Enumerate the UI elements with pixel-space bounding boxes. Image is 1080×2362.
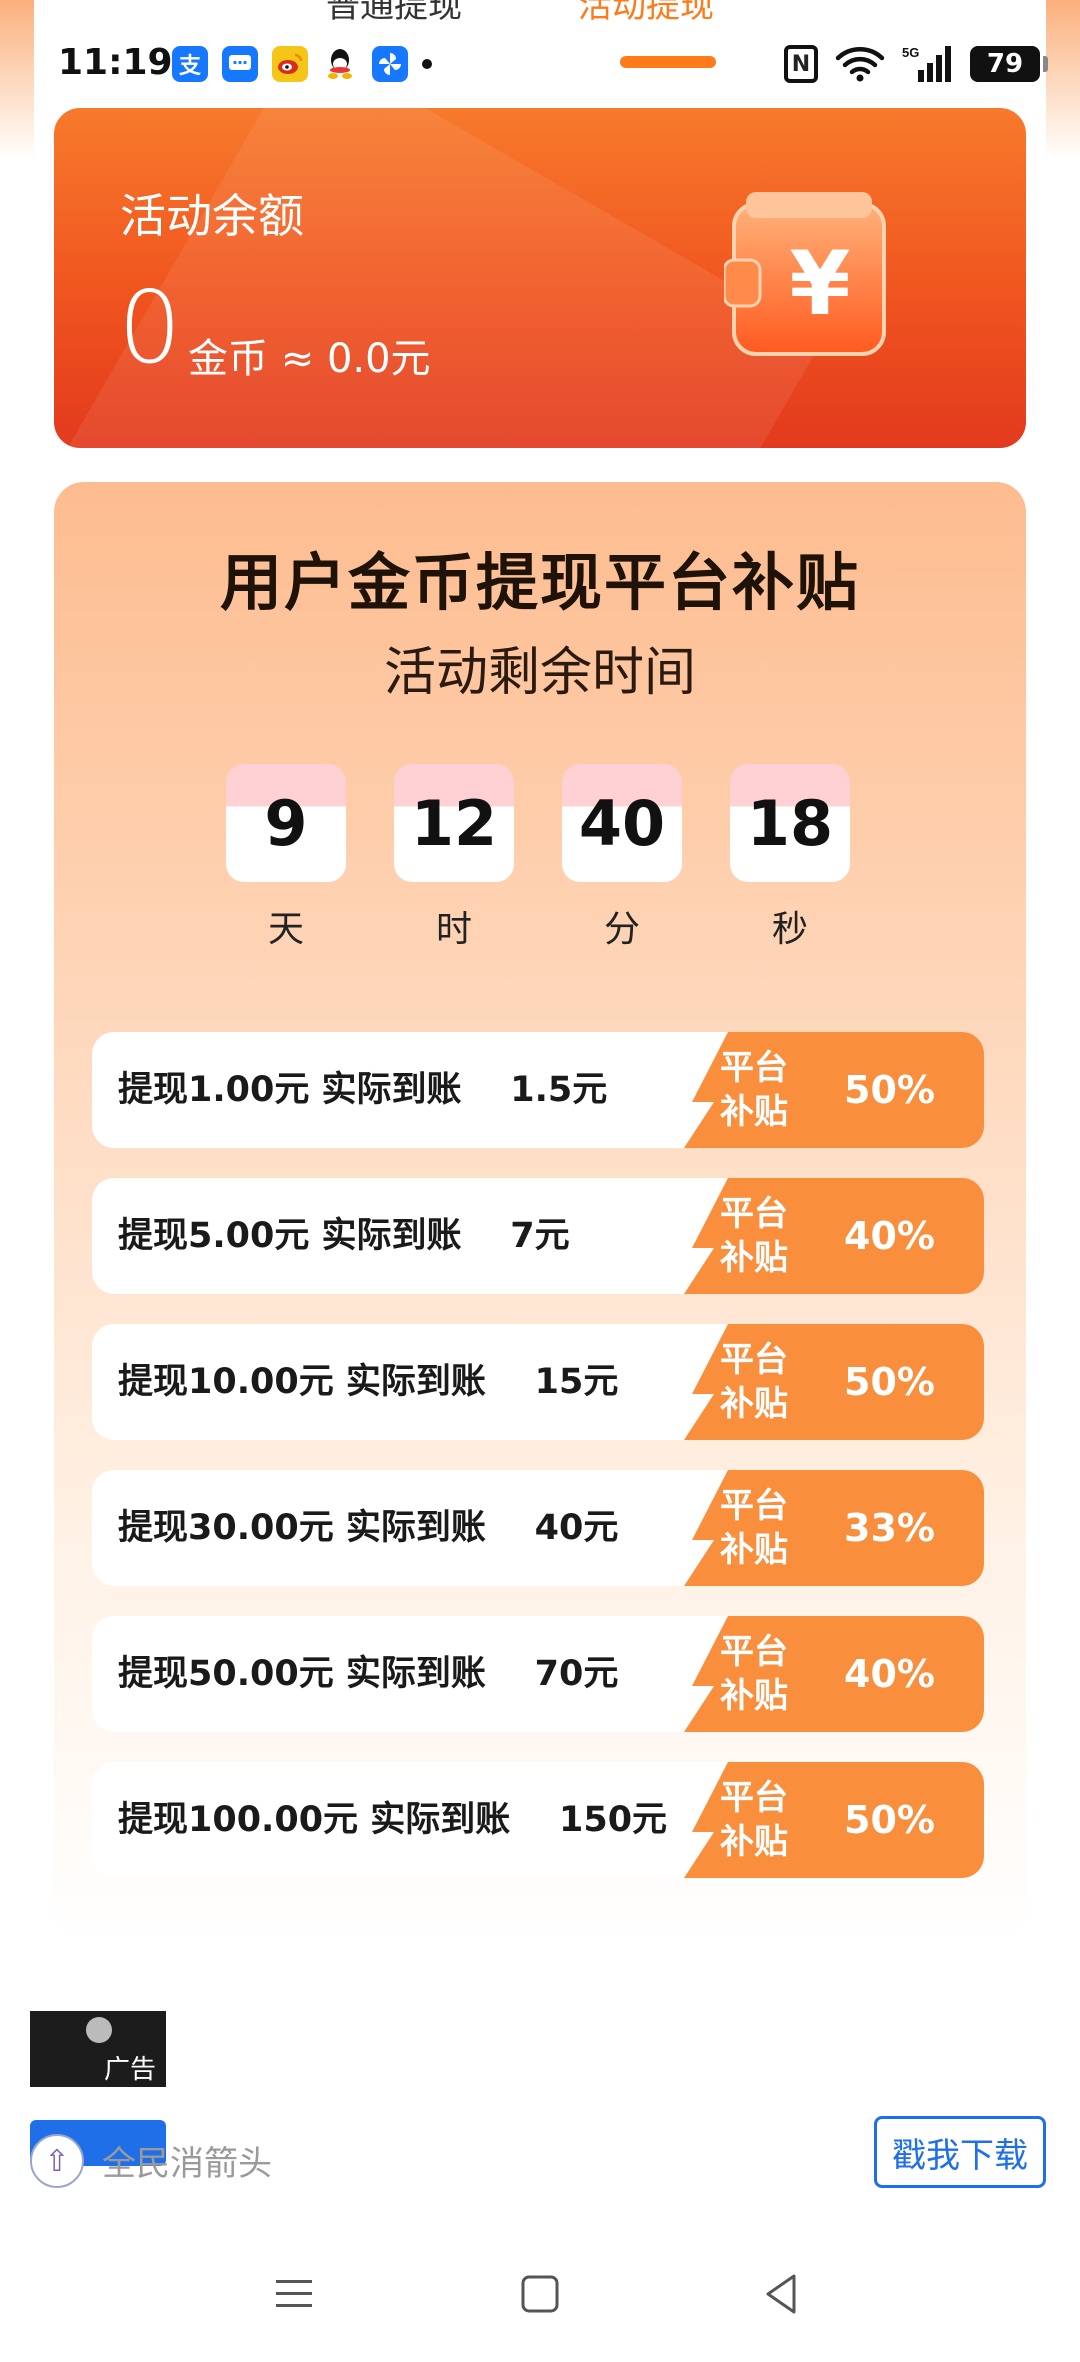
badge-label: 平台补贴: [720, 1340, 788, 1424]
subsidy-badge: 平台补贴 50%: [684, 1324, 984, 1440]
cellular-signal-icon: 5G: [902, 45, 951, 82]
tab-bar: 普通提现 活动提现: [0, 0, 1080, 26]
subsidy-badge: 平台补贴 40%: [684, 1616, 984, 1732]
battery-icon: 79: [970, 46, 1048, 82]
countdown-days: 9 天: [226, 764, 346, 952]
badge-percent: 40%: [844, 1652, 935, 1696]
download-button[interactable]: 戳我下载: [874, 2116, 1046, 2188]
countdown-value: 40: [562, 764, 682, 882]
ad-thumbnail-moon: [86, 2017, 112, 2043]
notification-icons: 支: [172, 46, 432, 82]
badge-label: 平台补贴: [720, 1632, 788, 1716]
subsidy-badge: 平台补贴 40%: [684, 1178, 984, 1294]
tab-indicator: [620, 56, 716, 68]
badge-percent: 50%: [844, 1360, 935, 1404]
withdraw-offer-4[interactable]: 提现30.00元 实际到账 40元 平台补贴 33%: [92, 1470, 984, 1586]
offer-text: 提现1.00元 实际到账 1.5元: [118, 1070, 608, 1110]
promo-subtitle: 活动剩余时间: [383, 643, 696, 703]
system-nav-bar: [0, 2240, 1080, 2362]
withdraw-offer-2[interactable]: 提现5.00元 实际到账 7元 平台补贴 40%: [92, 1178, 984, 1294]
withdraw-offer-1[interactable]: 提现1.00元 实际到账 1.5元 平台补贴 50%: [92, 1032, 984, 1148]
tab-activity-withdraw[interactable]: 活动提现: [578, 0, 714, 27]
offer-text: 提现5.00元 实际到账 7元: [118, 1216, 570, 1256]
withdraw-offer-6[interactable]: 提现100.00元 实际到账 150元 平台补贴 50%: [92, 1762, 984, 1878]
badge-percent: 33%: [844, 1506, 935, 1550]
status-bar: 11:19 支 N 5G 79: [0, 40, 1080, 92]
yuan-symbol: ¥: [789, 232, 850, 335]
offer-text: 提现50.00元 实际到账 70元: [118, 1654, 619, 1694]
message-icon: [222, 46, 258, 82]
badge-label: 平台补贴: [720, 1778, 788, 1862]
badge-label: 平台补贴: [720, 1048, 788, 1132]
subsidy-badge: 平台补贴 33%: [684, 1470, 984, 1586]
badge-label: 平台补贴: [720, 1194, 788, 1278]
offer-text: 提现100.00元 实际到账 150元: [118, 1800, 668, 1840]
app-logo-icon: ⇧: [30, 2134, 84, 2188]
ad-banner[interactable]: 广告 ⇧ 全民消箭头 戳我下载: [0, 1984, 1080, 2204]
offer-text: 提现10.00元 实际到账 15元: [118, 1362, 619, 1402]
subsidy-badge: 平台补贴 50%: [684, 1032, 984, 1148]
countdown-value: 9: [226, 764, 346, 882]
more-notifications-dot: [422, 59, 432, 69]
balance-amount: 0: [118, 269, 182, 386]
countdown-value: 12: [394, 764, 514, 882]
countdown-hours: 12 时: [394, 764, 514, 952]
promo-card: 用户金币提现平台补贴 活动剩余时间 9 天 12 时 40 分 18 秒 提现1…: [54, 482, 1026, 1942]
nfc-icon: N: [784, 45, 818, 83]
balance-title: 活动余额: [120, 189, 304, 243]
offer-text: 提现30.00元 实际到账 40元: [118, 1508, 619, 1548]
subsidy-badge: 平台补贴 50%: [684, 1762, 984, 1878]
pinwheel-icon: [372, 46, 408, 82]
ad-app-name: 全民消箭头: [102, 2144, 272, 2184]
balance-card: 活动余额 0 金币 ≈ 0.0元 ¥: [54, 108, 1026, 448]
balance-conversion: 金币 ≈ 0.0元: [188, 336, 431, 382]
countdown-unit: 天: [267, 909, 304, 950]
countdown-unit: 秒: [771, 909, 808, 950]
menu-icon[interactable]: [264, 2264, 324, 2324]
countdown-unit: 分: [603, 909, 640, 950]
withdraw-offer-5[interactable]: 提现50.00元 实际到账 70元 平台补贴 40%: [92, 1616, 984, 1732]
status-time: 11:19: [58, 42, 173, 83]
home-icon[interactable]: [510, 2264, 570, 2324]
qq-icon: [322, 46, 358, 82]
badge-percent: 50%: [844, 1798, 935, 1842]
countdown-unit: 时: [435, 909, 472, 950]
badge-percent: 50%: [844, 1068, 935, 1112]
withdraw-offer-3[interactable]: 提现10.00元 实际到账 15元 平台补贴 50%: [92, 1324, 984, 1440]
weibo-icon: [272, 46, 308, 82]
status-right-icons: N 5G 79: [784, 44, 1048, 84]
promo-title: 用户金币提现平台补贴: [219, 546, 860, 619]
countdown-timer: 9 天 12 时 40 分 18 秒: [54, 764, 1026, 954]
wifi-icon: [835, 47, 885, 82]
countdown-seconds: 18 秒: [730, 764, 850, 952]
alipay-icon: 支: [172, 46, 208, 82]
wallet-icon: ¥: [724, 192, 886, 356]
badge-label: 平台补贴: [720, 1486, 788, 1570]
ad-label: 广告: [104, 2055, 157, 2085]
badge-percent: 40%: [844, 1214, 935, 1258]
countdown-minutes: 40 分: [562, 764, 682, 952]
network-type-label: 5G: [902, 45, 919, 60]
back-icon[interactable]: [752, 2264, 812, 2324]
ad-thumbnail[interactable]: 广告: [30, 2011, 166, 2087]
countdown-value: 18: [730, 764, 850, 882]
tab-normal-withdraw[interactable]: 普通提现: [326, 0, 462, 27]
